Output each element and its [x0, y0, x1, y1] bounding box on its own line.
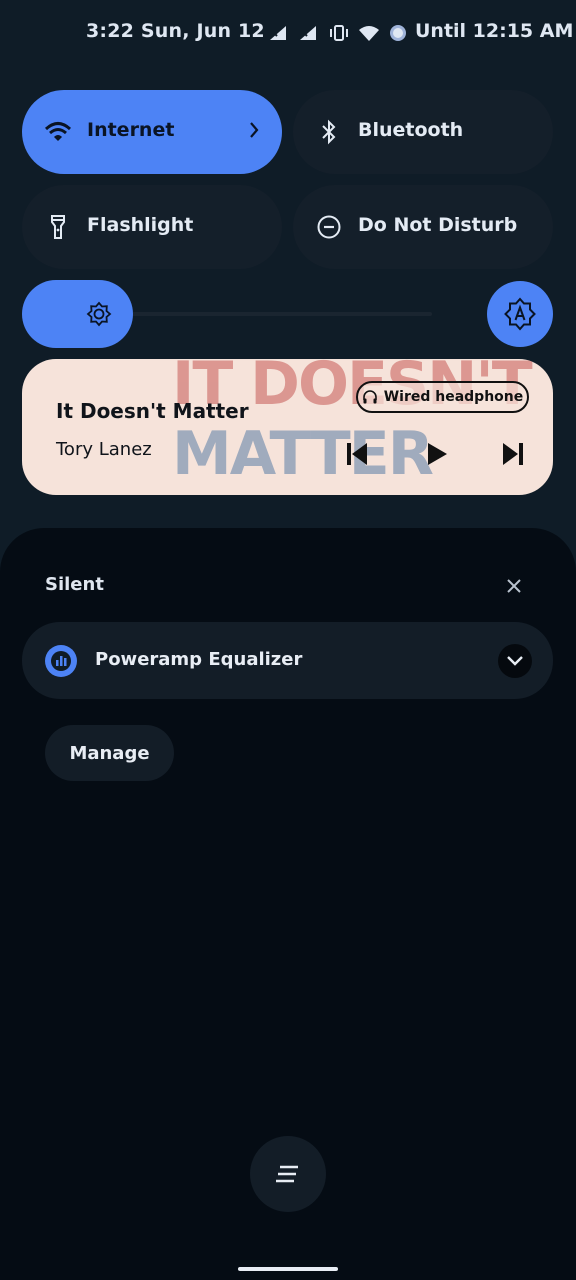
signal-2-icon: [300, 26, 316, 40]
output-device-label: Wired headphone: [383, 389, 524, 405]
media-artist: Tory Lanez: [56, 439, 152, 460]
tile-bluetooth[interactable]: Bluetooth: [293, 90, 553, 174]
close-icon: [507, 579, 521, 593]
tile-flashlight-label: Flashlight: [87, 214, 194, 236]
notification-item[interactable]: Poweramp Equalizer: [22, 622, 553, 699]
output-device-chip[interactable]: Wired headphone: [356, 381, 529, 413]
alarm-dot-icon: [390, 25, 406, 41]
expand-button[interactable]: [498, 644, 532, 678]
clear-all-icon: [276, 1165, 298, 1183]
flashlight-icon: [44, 213, 72, 241]
dismiss-section-button[interactable]: [504, 576, 524, 596]
tile-do-not-disturb[interactable]: Do Not Disturb: [293, 185, 553, 269]
status-time-date: 3:22 Sun, Jun 12: [86, 20, 265, 42]
tile-internet[interactable]: Internet: [22, 90, 282, 174]
play-icon: [428, 443, 447, 465]
tile-internet-label: Internet: [87, 119, 175, 141]
bluetooth-icon: [315, 118, 343, 146]
headphones-icon: [362, 390, 377, 404]
auto-brightness-button[interactable]: [487, 281, 553, 347]
next-button[interactable]: [498, 439, 528, 469]
brightness-track: [112, 312, 432, 316]
do-not-disturb-icon: [315, 213, 343, 241]
play-button[interactable]: [422, 439, 452, 469]
status-until-text: Until 12:15 AM: [415, 20, 574, 42]
signal-1-icon: [270, 26, 286, 40]
brightness-icon: [86, 301, 112, 331]
media-title: It Doesn't Matter: [56, 399, 249, 423]
skip-previous-icon: [347, 443, 367, 465]
media-player-card[interactable]: IT DOESN'T MATTER It Doesn't Matter Tory…: [22, 359, 553, 495]
notification-app-name: Poweramp Equalizer: [95, 649, 303, 670]
wifi-icon: [359, 26, 379, 41]
home-indicator[interactable]: [238, 1267, 338, 1271]
skip-next-icon: [503, 443, 523, 465]
chevron-right-icon: [248, 120, 260, 144]
tile-bluetooth-label: Bluetooth: [358, 119, 464, 141]
status-bar: 3:22 Sun, Jun 12 Until 12:15 AM: [0, 0, 576, 66]
previous-button[interactable]: [342, 439, 372, 469]
brightness-slider[interactable]: [22, 280, 432, 348]
manage-button[interactable]: Manage: [45, 725, 174, 781]
clear-all-button[interactable]: [250, 1136, 326, 1212]
vibrate-icon: [330, 25, 348, 41]
equalizer-icon: [45, 645, 77, 677]
tile-dnd-label: Do Not Disturb: [358, 214, 518, 236]
auto-brightness-icon: [504, 297, 536, 331]
section-title-silent: Silent: [45, 574, 104, 595]
tile-flashlight[interactable]: Flashlight: [22, 185, 282, 269]
wifi-icon: [44, 118, 72, 146]
album-art: IT DOESN'T MATTER: [172, 359, 533, 489]
status-icons: [268, 20, 408, 46]
chevron-down-icon: [507, 656, 523, 666]
brightness-fill[interactable]: [22, 280, 133, 348]
